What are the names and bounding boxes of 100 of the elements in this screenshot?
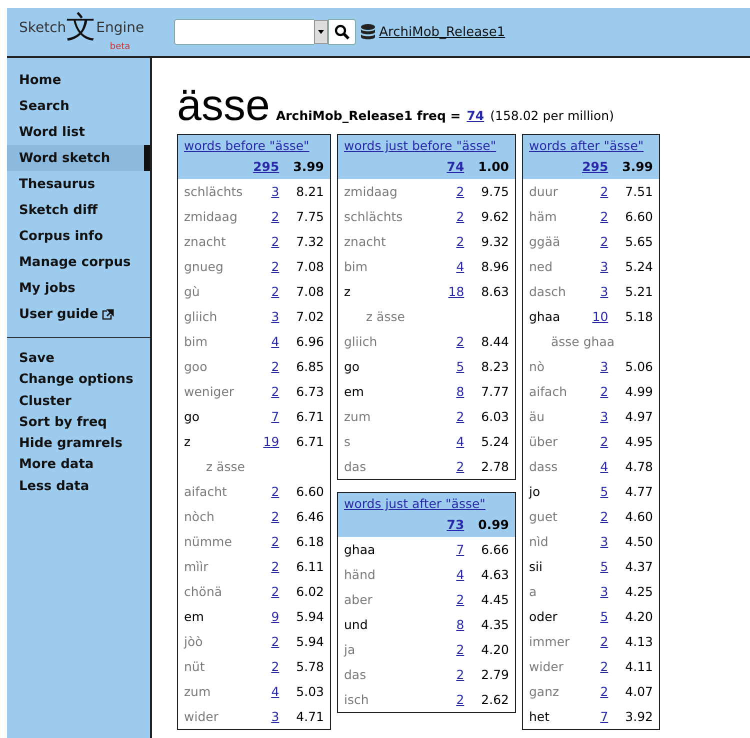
sidebar-item[interactable]: Word list [7,119,150,145]
count-link[interactable]: 2 [440,179,464,204]
count-link[interactable]: 7 [582,704,608,729]
count-link[interactable]: 3 [582,254,608,279]
count-link[interactable]: 2 [582,504,608,529]
count-link[interactable]: 3 [582,579,608,604]
count-link[interactable]: 2 [582,204,608,229]
count-link[interactable]: 2 [253,479,280,504]
count-link[interactable]: 5 [582,554,608,579]
sidebar-item[interactable]: Thesaurus [7,171,150,197]
count-link[interactable]: 2 [253,254,280,279]
count-link[interactable]: 2 [253,279,280,304]
count-link[interactable]: 4 [446,562,464,587]
collocate-word: s [343,433,352,451]
count-link[interactable]: 2 [253,654,280,679]
action-link[interactable]: Less data [7,478,150,500]
count-link[interactable]: 3 [582,279,608,304]
count-link[interactable]: 2 [446,587,464,612]
action-link[interactable]: Save [7,351,150,372]
count-link[interactable]: 3 [582,354,608,379]
score-value: 8.44 [480,333,510,351]
count-link[interactable]: 10 [582,304,608,329]
collocate-word: äu [528,408,546,426]
table-title-link[interactable]: words after "ässe" [523,135,659,155]
count-link[interactable]: 4 [440,254,464,279]
count-link[interactable]: 2 [253,504,280,529]
count-link[interactable]: 2 [440,404,464,429]
count-link[interactable]: 2 [582,229,608,254]
count-link[interactable]: 4 [440,429,464,454]
count-link[interactable]: 2 [582,379,608,404]
count-link[interactable]: 5 [582,604,608,629]
count-link[interactable]: 3 [582,404,608,429]
count-link[interactable]: 2 [253,204,280,229]
count-link[interactable]: 3 [253,704,280,729]
count-link[interactable]: 2 [582,629,608,654]
count-link[interactable]: 2 [253,529,280,554]
sidebar-item[interactable]: Home [7,67,150,93]
score-value: 7.32 [295,233,325,251]
count-link[interactable]: 2 [253,629,280,654]
count-link[interactable]: 2 [440,454,464,479]
score-value: 7.75 [295,208,325,226]
count-link[interactable]: 2 [253,229,280,254]
sidebar-item[interactable]: Corpus info [7,223,150,249]
total-count-link[interactable]: 295 [253,155,280,179]
score-value: 6.85 [295,358,325,376]
action-link[interactable]: Cluster [7,394,150,415]
count-link[interactable]: 2 [446,662,464,687]
count-link[interactable]: 2 [582,654,608,679]
count-link[interactable]: 3 [253,179,280,204]
table-title-link[interactable]: words just after "ässe" [338,493,515,513]
action-link[interactable]: More data [7,457,150,479]
count-link[interactable]: 9 [253,604,280,629]
count-link[interactable]: 4 [253,679,280,704]
count-link[interactable]: 3 [582,529,608,554]
search-field[interactable] [174,19,314,45]
action-link[interactable]: Change options [7,372,150,394]
count-link[interactable]: 5 [582,479,608,504]
count-link[interactable]: 2 [253,579,280,604]
count-link[interactable]: 8 [440,379,464,404]
score-value: 4.50 [624,533,654,551]
count-link[interactable]: 2 [446,637,464,662]
count-link[interactable]: 19 [253,429,280,454]
count-link[interactable]: 5 [440,354,464,379]
sidebar-item[interactable]: Word sketch [7,145,150,171]
collocate-word: händ [343,566,376,584]
count-link[interactable]: 7 [446,537,464,562]
sidebar-item[interactable]: My jobs [7,275,150,301]
score-value: 8.23 [480,358,510,376]
count-link[interactable]: 7 [253,404,280,429]
action-link[interactable]: Sort by freq [7,414,150,436]
table-title-link[interactable]: words just before "ässe" [338,135,515,155]
total-count-link[interactable]: 73 [446,513,464,537]
total-count-link[interactable]: 74 [440,155,464,179]
count-link[interactable]: 2 [582,179,608,204]
count-link[interactable]: 8 [446,612,464,637]
count-link[interactable]: 18 [440,279,464,304]
count-link[interactable]: 2 [440,329,464,354]
sidebar-item[interactable]: User guide [7,301,150,327]
sidebar-item[interactable]: Sketch diff [7,197,150,223]
corpus-link[interactable]: ArchiMob_Release1 [379,24,506,40]
count-link[interactable]: 2 [582,429,608,454]
corpus-freq-label: ArchiMob_Release1 freq = [276,108,461,123]
count-link[interactable]: 2 [440,229,464,254]
collocate-word: z [183,433,192,451]
total-count-link[interactable]: 295 [582,155,608,179]
count-link[interactable]: 2 [253,554,280,579]
count-link[interactable]: 2 [446,687,464,712]
freq-link[interactable]: 74 [466,108,484,123]
count-link[interactable]: 2 [253,354,280,379]
search-button[interactable] [328,19,356,45]
count-link[interactable]: 4 [582,454,608,479]
count-link[interactable]: 2 [253,379,280,404]
sidebar-item[interactable]: Search [7,93,150,119]
count-link[interactable]: 4 [253,329,280,354]
sidebar-item[interactable]: Manage corpus [7,249,150,275]
count-link[interactable]: 2 [440,204,464,229]
action-link[interactable]: Hide gramrels [7,436,150,458]
table-title-link[interactable]: words before "ässe" [178,135,330,155]
count-link[interactable]: 3 [253,304,280,329]
count-link[interactable]: 2 [582,679,608,704]
